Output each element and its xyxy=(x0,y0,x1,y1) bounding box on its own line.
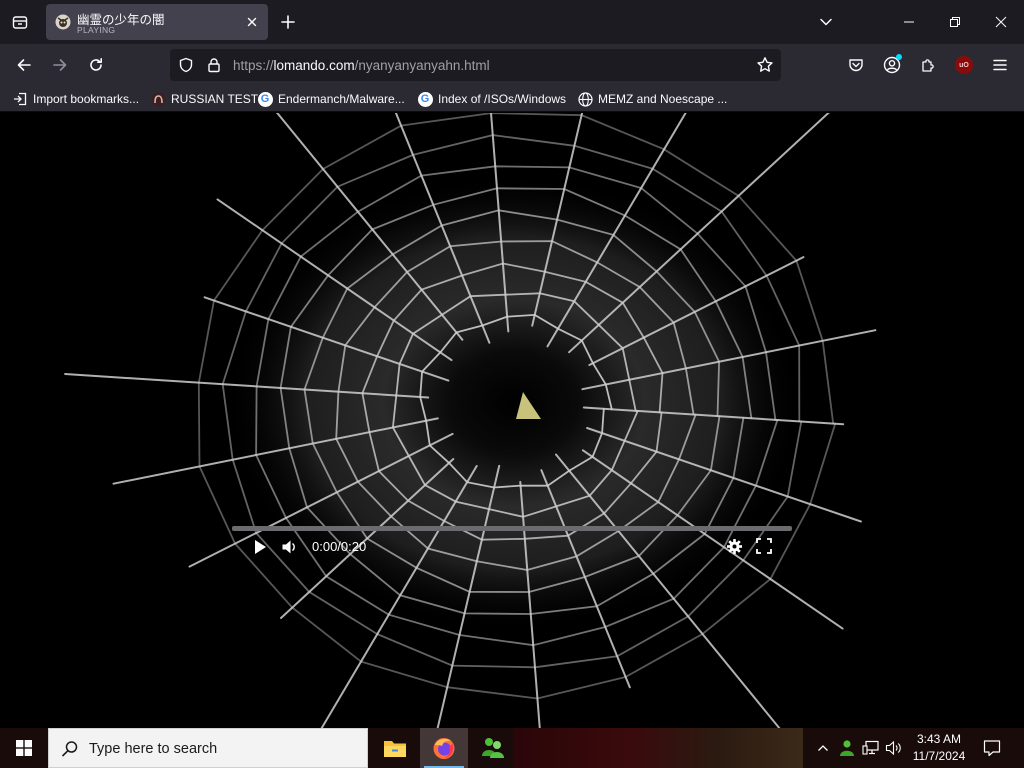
firefox-view-button[interactable] xyxy=(4,6,36,38)
taskbar-messenger[interactable] xyxy=(469,728,517,768)
app-menu-button[interactable] xyxy=(984,49,1016,81)
bookmark-label: Import bookmarks... xyxy=(33,92,140,106)
bookmark-label: MEMZ and Noescape ... xyxy=(598,92,728,106)
lock-icon[interactable] xyxy=(206,57,222,73)
minimize-icon xyxy=(904,21,914,23)
bookmark-endermanch[interactable]: G Endermanch/Malware... xyxy=(257,90,405,108)
plus-icon xyxy=(281,15,295,29)
play-icon xyxy=(255,540,266,554)
hamburger-menu-icon xyxy=(993,59,1007,71)
tray-user-app[interactable] xyxy=(836,728,858,768)
extensions-button[interactable] xyxy=(912,49,944,81)
taskbar-search-box[interactable]: Type here to search xyxy=(48,728,368,768)
close-window-button[interactable] xyxy=(978,0,1024,44)
tab-favicon-icon xyxy=(55,14,71,30)
url-scheme: https:// xyxy=(233,58,274,73)
taskbar-background-art xyxy=(513,728,803,768)
globe-icon xyxy=(577,91,593,107)
volume-icon xyxy=(885,740,901,756)
restore-icon xyxy=(950,17,960,27)
video-settings-button[interactable] xyxy=(724,536,744,556)
taskbar-firefox[interactable] xyxy=(420,728,468,768)
show-hidden-icons-button[interactable] xyxy=(812,728,834,768)
play-button[interactable] xyxy=(250,537,270,557)
google-icon: G xyxy=(417,91,433,107)
notification-dot xyxy=(896,54,902,60)
github-icon xyxy=(150,91,166,107)
mute-button[interactable] xyxy=(280,537,300,557)
reload-button[interactable] xyxy=(80,49,112,81)
msn-messenger-icon xyxy=(482,738,504,758)
tab-strip: 幽霊の少年の闇 PLAYING xyxy=(0,0,1024,44)
search-placeholder: Type here to search xyxy=(89,741,218,757)
back-button[interactable] xyxy=(8,49,40,81)
arrow-right-icon xyxy=(53,59,67,71)
speaker-icon xyxy=(282,540,295,554)
fullscreen-button[interactable] xyxy=(754,536,774,556)
firefox-icon xyxy=(433,738,455,759)
ublock-origin-button[interactable]: uO xyxy=(948,49,980,81)
puzzle-piece-icon xyxy=(922,59,934,72)
ublock-origin-icon: uO xyxy=(955,56,973,74)
start-button[interactable] xyxy=(0,728,48,768)
video-time-display: 0:00/0:20 xyxy=(312,539,367,554)
chevron-down-icon xyxy=(820,18,832,26)
clock-time: 3:43 AM xyxy=(916,732,962,746)
tab-active[interactable]: 幽霊の少年の闇 PLAYING xyxy=(46,4,268,40)
network-icon xyxy=(862,740,879,755)
windows-logo-icon xyxy=(16,740,32,756)
forward-button[interactable] xyxy=(44,49,76,81)
page-content: 0:00/0:20 xyxy=(0,113,1024,728)
address-bar[interactable]: https://lomando.com/nyanyanyanyahn.html xyxy=(170,49,781,81)
file-explorer-icon xyxy=(384,741,406,757)
pocket-icon xyxy=(849,59,863,72)
arrow-left-icon xyxy=(17,59,31,71)
bookmark-memz[interactable]: MEMZ and Noescape ... xyxy=(577,90,727,108)
taskbar-clock[interactable]: 3:43 AM 11/7/2024 xyxy=(903,731,975,765)
tracking-protection-shield-icon[interactable] xyxy=(178,57,194,73)
people-icon xyxy=(840,740,854,756)
import-icon xyxy=(12,91,28,107)
bookmark-label: Index of /ISOs/Windows xyxy=(438,92,567,106)
url-path: /nyanyanyanyahn.html xyxy=(354,58,490,73)
notification-icon xyxy=(983,740,1001,757)
volume-button[interactable] xyxy=(883,728,905,768)
new-tab-button[interactable] xyxy=(274,8,302,36)
close-icon xyxy=(995,16,1007,28)
bookmark-label: RUSSIAN TEST xyxy=(171,92,259,106)
minimize-button[interactable] xyxy=(886,0,932,44)
taskbar-file-explorer[interactable] xyxy=(371,728,419,768)
list-all-tabs-button[interactable] xyxy=(812,8,840,36)
bookmarks-toolbar: Import bookmarks... RUSSIAN TEST G Ender… xyxy=(0,86,1024,112)
search-icon xyxy=(61,741,78,757)
bookmark-index-isos[interactable]: G Index of /ISOs/Windows xyxy=(417,90,566,108)
account-button[interactable] xyxy=(876,49,908,81)
url-text[interactable]: https://lomando.com/nyanyanyanyahn.html xyxy=(233,58,490,73)
video-progress-bar[interactable] xyxy=(232,526,792,531)
clock-date: 11/7/2024 xyxy=(912,749,966,763)
navigation-toolbar: https://lomando.com/nyanyanyanyahn.html … xyxy=(0,44,1024,86)
bookmark-russian-test[interactable]: RUSSIAN TEST xyxy=(150,90,258,108)
pocket-button[interactable] xyxy=(840,49,872,81)
close-tab-icon[interactable] xyxy=(244,14,260,30)
bookmark-star-icon[interactable] xyxy=(756,56,774,74)
bookmark-label: Endermanch/Malware... xyxy=(278,92,405,106)
url-host: lomando.com xyxy=(273,58,355,73)
firefox-view-icon xyxy=(12,16,28,29)
network-button[interactable] xyxy=(860,728,882,768)
google-icon: G xyxy=(257,91,273,107)
tab-playing-label: PLAYING xyxy=(77,25,116,35)
chevron-up-icon xyxy=(818,745,828,751)
gear-icon xyxy=(726,538,742,554)
taskbar: Type here to search 3:43 AM 11/7/2024 xyxy=(0,728,1024,768)
restore-button[interactable] xyxy=(932,0,978,44)
action-center-button[interactable] xyxy=(978,728,1006,768)
video-frame[interactable] xyxy=(0,113,1024,728)
reload-icon xyxy=(90,58,102,71)
bookmark-import[interactable]: Import bookmarks... xyxy=(12,90,139,108)
fullscreen-icon xyxy=(756,538,772,554)
